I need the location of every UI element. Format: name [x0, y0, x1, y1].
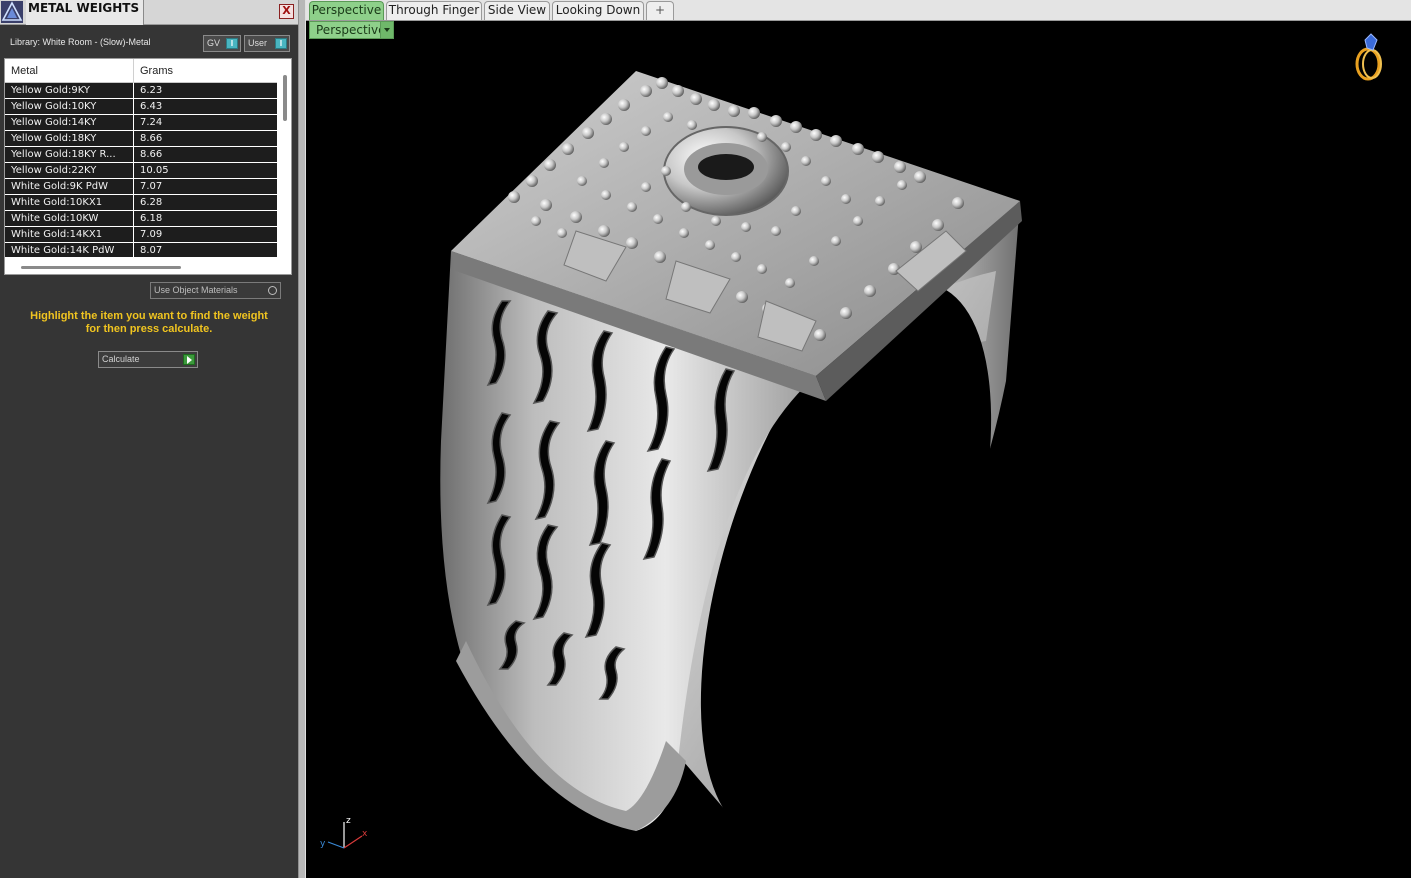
metal-weights-panel: METAL WEIGHTS X Library: White Room - (S…: [0, 0, 298, 878]
grams-cell: 7.24: [140, 117, 163, 128]
metal-cell: White Gold:14KX1: [5, 227, 134, 242]
axis-y-line: [327, 841, 345, 849]
metal-cell: White Gold:10KX1: [5, 195, 134, 210]
metal-cell: White Gold:14K PdW: [5, 243, 134, 257]
play-icon: [183, 354, 195, 365]
app-logo-icon: [1, 1, 23, 23]
table-row[interactable]: Yellow Gold:14KY 7.24: [5, 115, 277, 131]
vertical-scrollbar[interactable]: [283, 75, 287, 121]
hint-line: Highlight the item you want to find the …: [30, 310, 268, 322]
add-tab-button[interactable]: +: [646, 1, 674, 20]
grams-cell: 6.18: [140, 213, 163, 224]
ring-model-render[interactable]: [306, 21, 1411, 878]
table-row[interactable]: White Gold:14KX1 7.09: [5, 227, 277, 243]
hint-text: Highlight the item you want to find the …: [6, 310, 292, 336]
tab-perspective[interactable]: Perspective: [309, 1, 384, 20]
3d-viewport[interactable]: Perspective z x y: [306, 21, 1411, 878]
metal-weights-table: Metal Grams Yellow Gold:9KY 6.23 Yellow Go…: [4, 58, 292, 275]
axis-x-line: [343, 835, 363, 849]
metal-cell: Yellow Gold:22KY: [5, 163, 134, 178]
radio-icon[interactable]: [268, 286, 277, 295]
tab-through-finger[interactable]: Through Finger: [386, 1, 482, 20]
table-row[interactable]: Yellow Gold:10KY 6.43: [5, 99, 277, 115]
table-row[interactable]: White Gold:9K PdW 7.07: [5, 179, 277, 195]
grams-cell: 6.23: [140, 85, 163, 96]
horizontal-scrollbar[interactable]: [21, 266, 181, 269]
grams-cell: 10.05: [140, 165, 169, 176]
table-row[interactable]: Yellow Gold:18KY 8.66: [5, 131, 277, 147]
grams-cell: 6.28: [140, 197, 163, 208]
metal-cell: White Gold:10KW: [5, 211, 134, 226]
panel-titlebar: METAL WEIGHTS X: [0, 0, 298, 25]
use-object-materials-label: Use Object Materials: [154, 285, 238, 295]
axis-z-label: z: [346, 816, 351, 826]
grams-cell: 7.09: [140, 229, 163, 240]
ring-icon[interactable]: [1353, 32, 1387, 82]
library-label: Library: White Room - (Slow)-Metal: [10, 37, 151, 47]
table-row[interactable]: Yellow Gold:9KY 6.23: [5, 83, 277, 99]
view-mode-dropdown[interactable]: Perspective: [309, 21, 394, 39]
table-row[interactable]: White Gold:10KW 6.18: [5, 211, 277, 227]
close-icon[interactable]: X: [279, 4, 294, 19]
gv-toggle[interactable]: GV I: [203, 35, 241, 52]
panel-title: METAL WEIGHTS: [26, 0, 144, 25]
panel-splitter[interactable]: [298, 0, 306, 878]
table-row[interactable]: Yellow Gold:18KY R... 8.66: [5, 147, 277, 163]
table-row[interactable]: White Gold:10KX1 6.28: [5, 195, 277, 211]
grams-cell: 6.43: [140, 101, 163, 112]
column-header-metal[interactable]: Metal: [5, 59, 134, 83]
axis-gizmo: z x y: [320, 816, 368, 849]
tab-side-view[interactable]: Side View: [484, 1, 550, 20]
gv-toggle-label: GV: [207, 38, 221, 48]
viewport-tab-bar: Perspective Through Finger Side View Loo…: [306, 0, 1411, 21]
tab-looking-down[interactable]: Looking Down: [552, 1, 644, 20]
table-row[interactable]: Yellow Gold:22KY 10.05: [5, 163, 277, 179]
calculate-label: Calculate: [102, 354, 140, 364]
user-toggle[interactable]: User I: [244, 35, 290, 52]
chevron-down-icon[interactable]: [380, 22, 393, 38]
hint-line: for then press calculate.: [85, 323, 213, 335]
metal-cell: White Gold:9K PdW: [5, 179, 134, 194]
grams-cell: 7.07: [140, 181, 163, 192]
axis-y-label: y: [320, 839, 326, 849]
metal-cell: Yellow Gold:18KY: [5, 131, 134, 146]
column-header-grams[interactable]: Grams: [134, 59, 277, 83]
metal-cell: Yellow Gold:9KY: [5, 83, 134, 98]
user-toggle-knob: I: [275, 38, 287, 49]
grams-cell: 8.66: [140, 133, 163, 144]
axis-x-label: x: [362, 829, 368, 839]
calculate-button[interactable]: Calculate: [98, 351, 198, 368]
view-mode-label: Perspective: [316, 23, 386, 37]
user-toggle-label: User: [248, 38, 268, 48]
app-window: METAL WEIGHTS X Library: White Room - (S…: [0, 0, 1411, 878]
gv-toggle-knob: I: [226, 38, 238, 49]
grams-cell: 8.07: [140, 245, 163, 256]
table-body: Yellow Gold:9KY 6.23 Yellow Gold:10KY 6.43 Y…: [5, 83, 277, 257]
grams-cell: 8.66: [140, 149, 163, 160]
metal-cell: Yellow Gold:14KY: [5, 115, 134, 130]
table-row[interactable]: White Gold:14K PdW 8.07: [5, 243, 277, 257]
metal-cell: Yellow Gold:18KY R...: [5, 147, 134, 162]
metal-cell: Yellow Gold:10KY: [5, 99, 134, 114]
table-header: Metal Grams: [5, 59, 277, 83]
use-object-materials-option[interactable]: Use Object Materials: [150, 282, 281, 299]
